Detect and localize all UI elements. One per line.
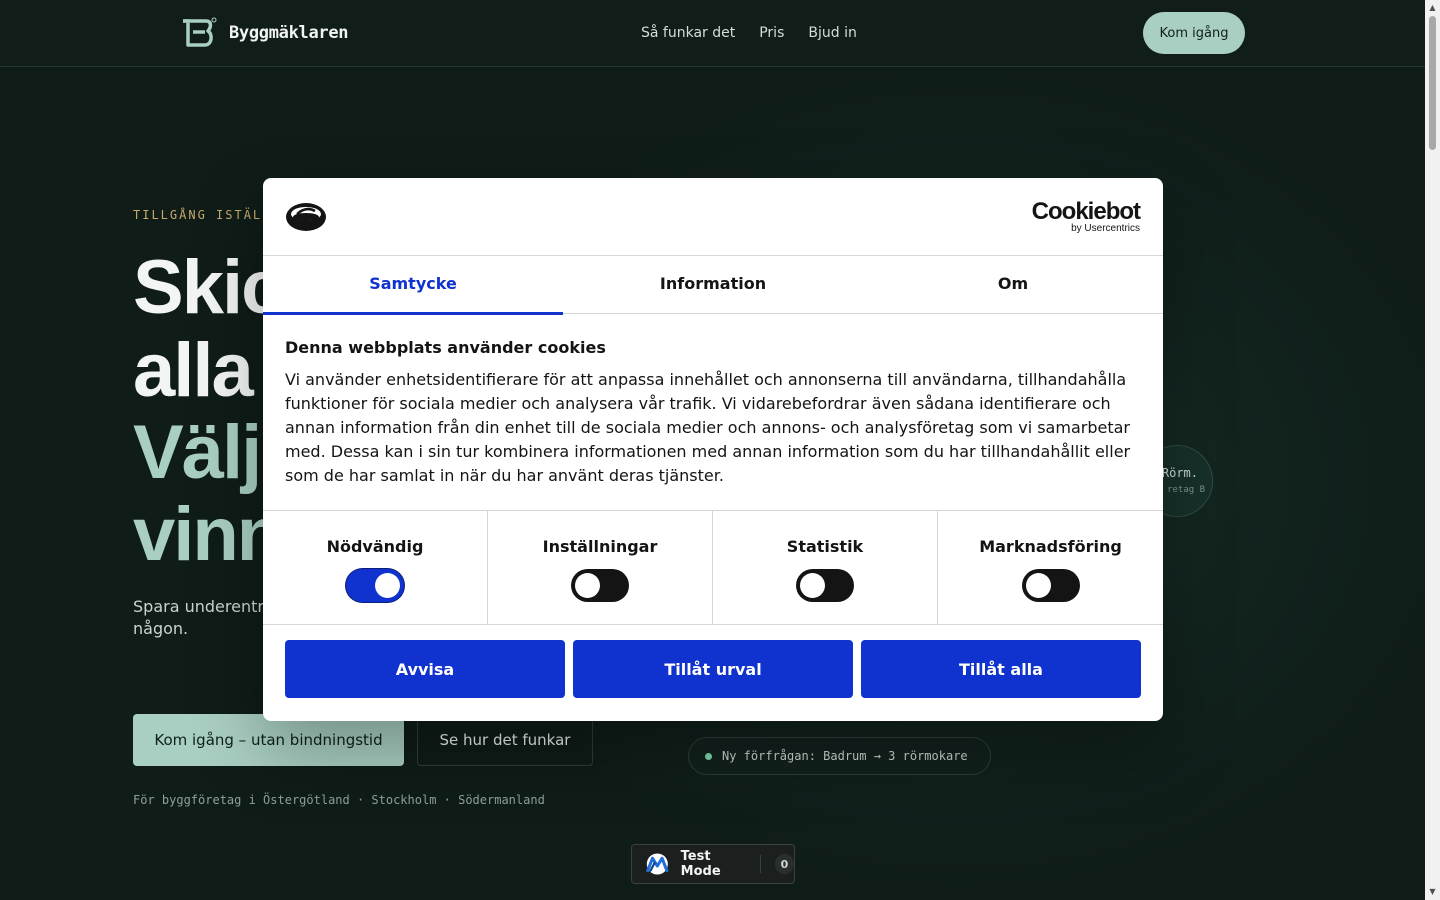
tab-information[interactable]: Information — [563, 256, 863, 314]
category-statistics-label: Statistik — [786, 537, 864, 556]
site-logo-icon — [286, 203, 326, 231]
category-necessary-label: Nödvändig — [326, 537, 424, 556]
category-marketing-label: Marknadsföring — [979, 537, 1122, 556]
category-statistics: Statistik — [713, 511, 938, 624]
category-preferences: Inställningar — [488, 511, 713, 624]
statistics-toggle[interactable] — [796, 569, 854, 602]
category-preferences-label: Inställningar — [542, 537, 658, 556]
category-marketing: Marknadsföring — [938, 511, 1163, 624]
cookiebot-brand[interactable]: Cookiebot by Usercentrics — [1031, 198, 1141, 234]
tab-about[interactable]: Om — [863, 256, 1163, 314]
cookiebot-subtitle: by Usercentrics — [1071, 223, 1140, 234]
toggle-knob — [375, 573, 400, 598]
scroll-down-arrow-icon[interactable]: ▼ — [1428, 887, 1437, 896]
cookie-dialog-header: Cookiebot by Usercentrics — [263, 178, 1163, 256]
deny-button[interactable]: Avvisa — [285, 640, 565, 698]
toggle-knob — [575, 573, 600, 598]
cookiebot-name: Cookiebot — [1031, 198, 1141, 225]
toggle-knob — [1025, 573, 1051, 598]
cookie-dialog-body: Vi använder enhetsidentifierare för att … — [285, 370, 1131, 485]
scrollbar-thumb[interactable] — [1429, 16, 1436, 150]
allow-selection-button[interactable]: Tillåt urval — [573, 640, 853, 698]
cookie-dialog-actions: Avvisa Tillåt urval Tillåt alla — [285, 640, 1141, 698]
category-necessary: Nödvändig — [263, 511, 488, 624]
tab-consent[interactable]: Samtycke — [263, 256, 563, 315]
preferences-toggle[interactable] — [571, 569, 629, 602]
cookie-dialog-title: Denna webbplats använder cookies — [285, 338, 606, 357]
allow-all-button[interactable]: Tillåt alla — [861, 640, 1141, 698]
cookie-dialog-tabs: Samtycke Information Om — [263, 256, 1163, 315]
cookie-categories: Nödvändig Inställningar Statistik Markna… — [263, 510, 1163, 625]
marketing-toggle[interactable] — [1021, 569, 1080, 602]
cookie-consent-dialog: Cookiebot by Usercentrics Samtycke Infor… — [263, 178, 1163, 721]
toggle-knob — [800, 573, 825, 598]
page: Byggmäklaren Så funkar det Pris Bjud in … — [0, 0, 1425, 900]
necessary-toggle[interactable] — [346, 569, 404, 602]
page-scrollbar[interactable]: ▲ ▼ — [1425, 0, 1440, 900]
scroll-up-arrow-icon[interactable]: ▲ — [1428, 3, 1437, 12]
